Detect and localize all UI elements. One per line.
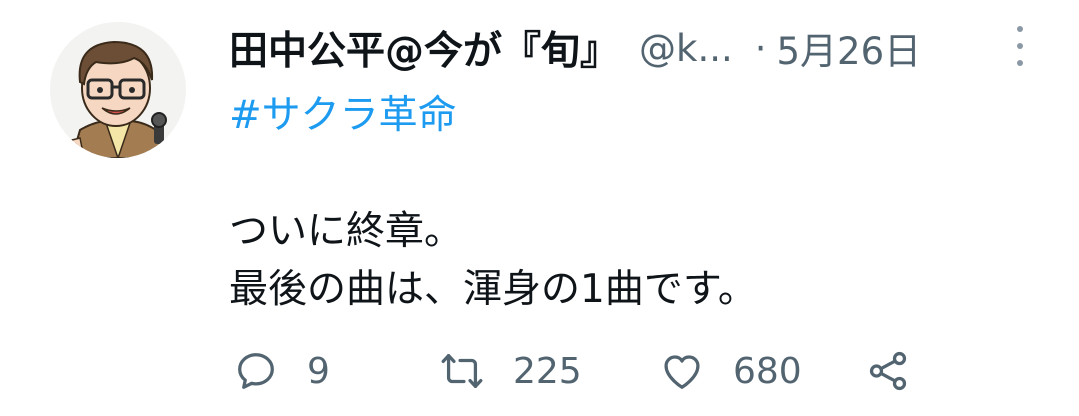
tweet-text: ついに終章。 最後の曲は、渾身の1曲です。 [229,203,757,319]
tweet-text-line: 最後の曲は、渾身の1曲です。 [229,267,757,312]
more-dot [1017,43,1023,49]
heart-icon [664,355,700,389]
avatar-illustration [50,22,186,158]
retweet-button[interactable]: 225 [439,344,582,398]
more-dot [1017,26,1023,32]
more-dot [1017,60,1023,66]
separator-dot: · [754,26,767,70]
hashtag-link[interactable]: #サクラ革命 [229,84,457,140]
like-button[interactable]: 680 [659,344,802,398]
share-icon [869,351,907,391]
retweet-count: 225 [513,350,582,392]
like-count: 680 [733,350,802,392]
display-name[interactable]: 田中公平@今が『旬』 [229,20,619,76]
share-button[interactable] [865,344,911,398]
reply-count: 9 [307,350,330,392]
reply-button[interactable]: 9 [233,344,330,398]
tweet-text-line: ついに終章。 [229,209,464,254]
user-handle[interactable]: @k... [639,27,733,70]
action-bar: 9 225 680 [229,344,929,398]
avatar[interactable] [50,22,186,158]
tweet-header: 田中公平@今が『旬』 @k... · 5月26日 [229,20,1019,76]
more-options-icon[interactable] [1012,26,1028,66]
tweet-date[interactable]: 5月26日 [777,21,922,75]
reply-icon [238,353,274,389]
retweet-icon [441,354,483,388]
